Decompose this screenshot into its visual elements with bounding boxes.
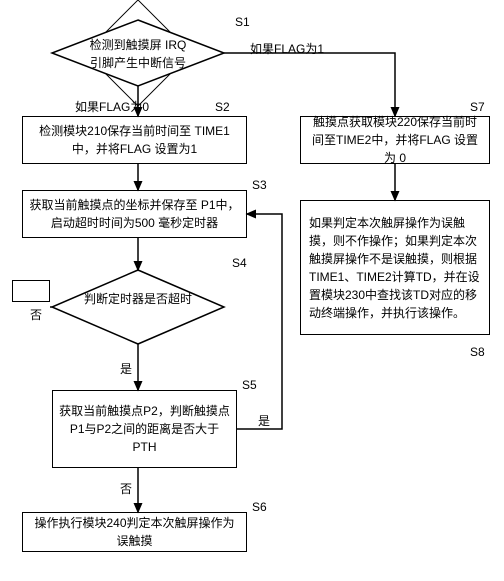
node-s4-diamond: 判断定时器是否超时 bbox=[48, 268, 228, 346]
node-s8: 如果判定本次触屏操作为误触摸，则不作操作；如果判定本次触摸屏操作不是误触摸，则根… bbox=[300, 200, 490, 335]
label-s2: S2 bbox=[215, 100, 230, 114]
label-s4: S4 bbox=[232, 256, 247, 270]
node-s2-text: 检测模块210保存当前时间至 TIME1中，并将FLAG 设置为1 bbox=[29, 122, 240, 158]
label-s3: S3 bbox=[252, 178, 267, 192]
label-s6: S6 bbox=[252, 500, 267, 514]
node-s1-diamond: 检测到触摸屏 IRQ引脚产生中断信号 bbox=[48, 18, 228, 88]
loop-indicator bbox=[12, 280, 50, 302]
branch-s5-no: 否 bbox=[120, 480, 132, 497]
node-s2: 检测模块210保存当前时间至 TIME1中，并将FLAG 设置为1 bbox=[22, 116, 247, 164]
label-s7: S7 bbox=[470, 100, 485, 114]
branch-flag0: 如果FLAG为0 bbox=[75, 98, 149, 115]
node-s3: 获取当前触摸点的坐标并保存至 P1中，启动超时时间为500 毫秒定时器 bbox=[22, 190, 247, 238]
node-s6-text: 操作执行模块240判定本次触屏操作为误触摸 bbox=[29, 514, 240, 550]
node-s6: 操作执行模块240判定本次触屏操作为误触摸 bbox=[22, 512, 247, 552]
node-s5-text: 获取当前触摸点P2，判断触摸点P1与P2之间的距离是否大于PTH bbox=[59, 402, 230, 456]
label-s5: S5 bbox=[242, 378, 257, 392]
node-s7: 触摸点获取模块220保存当前时间至TIME2中，并将FLAG 设置为 0 bbox=[300, 116, 490, 164]
label-s1: S1 bbox=[235, 15, 250, 29]
node-s8-text: 如果判定本次触屏操作为误触摸，则不作操作；如果判定本次触摸屏操作不是误触摸，则根… bbox=[309, 214, 481, 322]
branch-s4-no: 否 bbox=[30, 306, 42, 323]
node-s4-text: 判断定时器是否超时 bbox=[68, 290, 208, 308]
branch-s4-yes: 是 bbox=[120, 360, 132, 377]
label-s8: S8 bbox=[470, 345, 485, 359]
node-s1-text: 检测到触摸屏 IRQ引脚产生中断信号 bbox=[68, 36, 208, 72]
branch-flag1: 如果FLAG为1 bbox=[250, 40, 324, 57]
branch-s5-yes: 是 bbox=[258, 412, 270, 429]
node-s5: 获取当前触摸点P2，判断触摸点P1与P2之间的距离是否大于PTH bbox=[52, 390, 237, 468]
node-s3-text: 获取当前触摸点的坐标并保存至 P1中，启动超时时间为500 毫秒定时器 bbox=[29, 196, 240, 232]
node-s7-text: 触摸点获取模块220保存当前时间至TIME2中，并将FLAG 设置为 0 bbox=[307, 113, 483, 167]
